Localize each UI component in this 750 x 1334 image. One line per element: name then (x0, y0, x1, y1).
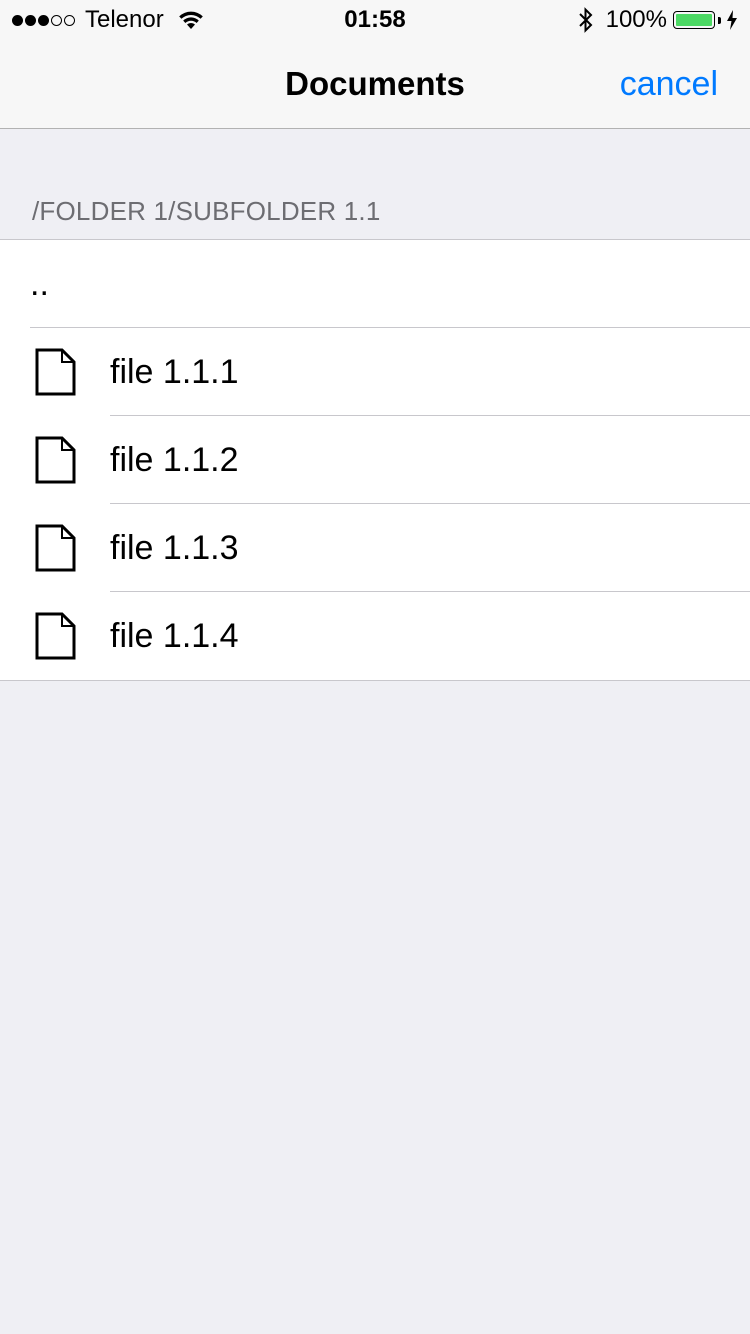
battery-fill (676, 14, 712, 26)
parent-directory-row[interactable]: .. (0, 240, 750, 328)
navigation-bar: Documents cancel (0, 40, 750, 129)
file-name: file 1.1.2 (110, 441, 239, 479)
list-item[interactable]: file 1.1.3 (0, 504, 750, 592)
file-icon (34, 612, 76, 660)
status-right: 100% (578, 6, 738, 34)
bluetooth-icon (578, 7, 594, 33)
list-item[interactable]: file 1.1.2 (0, 416, 750, 504)
file-name: file 1.1.3 (110, 529, 239, 567)
list-item[interactable]: file 1.1.1 (0, 328, 750, 416)
file-name: file 1.1.4 (110, 617, 239, 655)
file-icon (34, 348, 76, 396)
cancel-button[interactable]: cancel (620, 40, 718, 128)
charging-bolt-icon (726, 10, 738, 30)
file-icon (34, 524, 76, 572)
file-icon (34, 436, 76, 484)
battery-percentage: 100% (605, 6, 667, 33)
file-name: file 1.1.1 (110, 353, 239, 391)
battery-tip (718, 16, 721, 24)
status-bar: Telenor 01:58 100% (0, 0, 750, 40)
file-list: .. file 1.1.1 file 1.1.2 file 1.1.3 file… (0, 239, 750, 681)
battery-icon (673, 11, 715, 29)
list-item[interactable]: file 1.1.4 (0, 592, 750, 680)
folder-path-header: /FOLDER 1/SUBFOLDER 1.1 (32, 196, 381, 226)
parent-directory-label: .. (30, 265, 49, 303)
